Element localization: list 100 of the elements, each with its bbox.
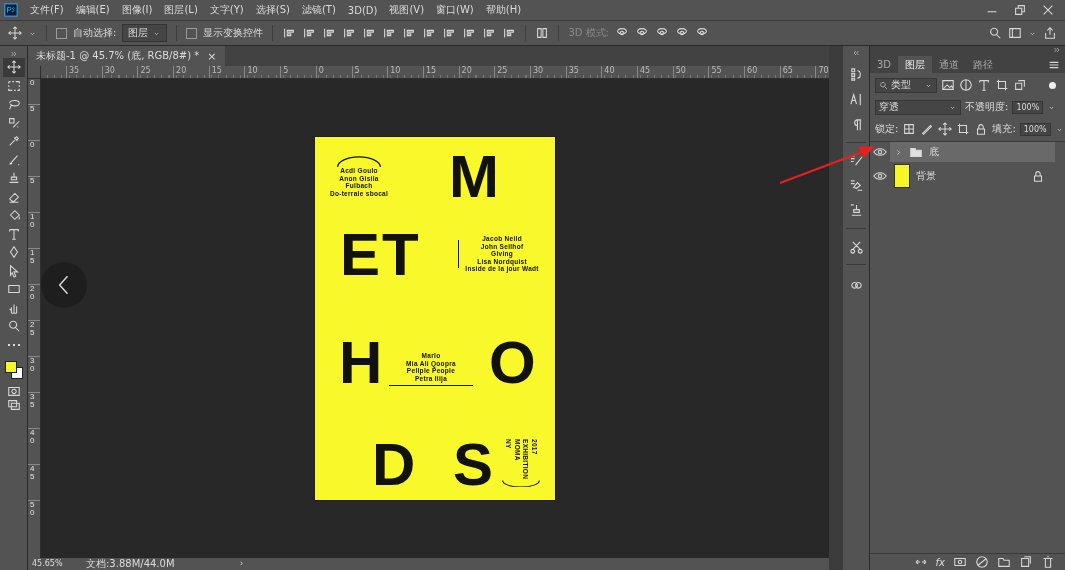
filter-toggle[interactable]: [1049, 81, 1056, 89]
filter-dropdown[interactable]: 类型: [875, 77, 937, 93]
lock-label: 锁定:: [875, 122, 899, 136]
align-icon[interactable]: [502, 26, 517, 40]
collapse-icon[interactable]: [9, 50, 18, 58]
ruler-label: 65: [779, 66, 816, 78]
ruler-label: 0: [30, 141, 35, 149]
fill-label: 填充:: [992, 122, 1016, 136]
folder-icon[interactable]: [997, 555, 1011, 569]
history-icon[interactable]: [848, 67, 864, 82]
zoom-icon: [6, 319, 21, 334]
marquee-icon: [6, 78, 21, 93]
align-icon[interactable]: [342, 26, 357, 40]
panel-tab[interactable]: 3D: [870, 56, 899, 73]
layer-row[interactable]: 底: [890, 142, 1055, 162]
arc-line: [335, 155, 383, 168]
zoom-level: 45.65%: [32, 558, 62, 570]
expand-icon[interactable]: [1053, 46, 1061, 54]
move-icon[interactable]: [938, 122, 953, 136]
lasso-icon: [6, 97, 21, 112]
align-icon[interactable]: [442, 26, 457, 40]
ruler-label: 35: [66, 66, 102, 78]
ruler-label: 0: [315, 66, 352, 78]
align-icon[interactable]: [322, 26, 337, 40]
close-icon[interactable]: [1041, 3, 1055, 17]
align-icon[interactable]: [422, 26, 437, 40]
align-icon[interactable]: [302, 26, 317, 40]
panel-tab[interactable]: 路径: [966, 56, 1001, 73]
crop-icon[interactable]: [956, 122, 971, 136]
move-tool-button[interactable]: [2, 58, 25, 77]
trash-icon[interactable]: [1041, 555, 1055, 569]
folder-icon: [909, 145, 923, 159]
fill-field[interactable]: 100%: [1019, 122, 1051, 136]
share-icon[interactable]: [1043, 26, 1057, 40]
menu-item[interactable]: 滤镜(T): [301, 3, 336, 17]
menu-item[interactable]: 视图(V): [389, 3, 425, 17]
quick-mask-icon[interactable]: [6, 384, 21, 398]
blend-mode-dropdown[interactable]: 穿透: [875, 99, 961, 115]
stamp-icon[interactable]: [848, 203, 864, 218]
align-icon[interactable]: [402, 26, 417, 40]
ruler-label: 10: [244, 66, 281, 78]
search-icon[interactable]: [988, 26, 1002, 40]
menu-item[interactable]: 文字(Y): [209, 3, 244, 17]
menu-item[interactable]: 图像(I): [121, 3, 153, 17]
eye-icon[interactable]: [873, 169, 887, 183]
ruler-label: 25: [137, 66, 174, 78]
effects-button[interactable]: fx: [935, 556, 945, 568]
smart-object-icon[interactable]: [1013, 78, 1027, 92]
align-icon[interactable]: [282, 26, 297, 40]
menu-item[interactable]: 文件(F): [30, 3, 64, 17]
opacity-field[interactable]: 100%: [1012, 100, 1044, 114]
ruler-label: 15: [30, 249, 35, 265]
auto-select-dropdown[interactable]: 图层: [122, 24, 168, 42]
ruler-label: 35: [30, 393, 35, 409]
align-icon[interactable]: [362, 26, 377, 40]
pencil-icon[interactable]: [920, 122, 935, 136]
menu-item[interactable]: 选择(S): [255, 3, 290, 17]
eye-icon[interactable]: [873, 145, 887, 159]
crop-icon[interactable]: [995, 78, 1009, 92]
align-icon[interactable]: [382, 26, 397, 40]
color-swatches[interactable]: [3, 360, 24, 380]
clone-icon[interactable]: [848, 178, 864, 193]
scissors-icon[interactable]: [848, 239, 864, 254]
align-icon[interactable]: [482, 26, 497, 40]
menu-item[interactable]: 帮助(H): [485, 3, 522, 17]
columns-icon[interactable]: [535, 26, 550, 40]
restore-icon[interactable]: [1013, 3, 1027, 17]
workspace-icon[interactable]: [1008, 26, 1022, 40]
ruler-label: 5: [30, 105, 35, 113]
menu-item[interactable]: 编辑(E): [75, 3, 110, 17]
ruler-label: 40: [30, 429, 35, 445]
screen-mode-icon[interactable]: [6, 398, 21, 412]
ruler-label: 30: [30, 357, 35, 373]
document-tab[interactable]: 未标题-1 @ 45.7% (底, RGB/8#) * ×: [28, 46, 225, 66]
ruler-label: 60: [744, 66, 780, 78]
align-icon[interactable]: [462, 26, 477, 40]
layer-row[interactable]: 背景: [890, 162, 1055, 190]
ruler-label: 20: [30, 285, 35, 301]
close-tab-button[interactable]: ×: [207, 49, 217, 63]
collapse-icon[interactable]: [852, 49, 860, 57]
poster-letter: D: [372, 435, 418, 495]
panel-tab[interactable]: 图层: [898, 56, 933, 73]
brush-settings-icon[interactable]: [848, 153, 864, 168]
ruler-label: 30: [529, 66, 566, 78]
ruler-label: 20: [173, 66, 209, 78]
new-layer-icon[interactable]: [1019, 555, 1033, 569]
checkerboard-icon[interactable]: [902, 122, 917, 136]
mask-icon[interactable]: [953, 555, 967, 569]
move-icon[interactable]: [8, 26, 22, 40]
menu-item[interactable]: 窗口(W): [436, 3, 474, 17]
menu-item[interactable]: 3D(D): [347, 4, 378, 16]
status-menu-arrow[interactable]: ›: [240, 558, 244, 570]
menu-item[interactable]: 图层(L): [164, 3, 198, 17]
character-icon[interactable]: [848, 92, 864, 107]
ruler-label: 50: [672, 66, 709, 78]
panel-tab[interactable]: 通道: [932, 56, 967, 73]
picture-icon[interactable]: [941, 78, 955, 92]
checkbox[interactable]: [56, 27, 67, 39]
checkbox[interactable]: [186, 27, 198, 39]
type-icon[interactable]: [977, 78, 991, 92]
